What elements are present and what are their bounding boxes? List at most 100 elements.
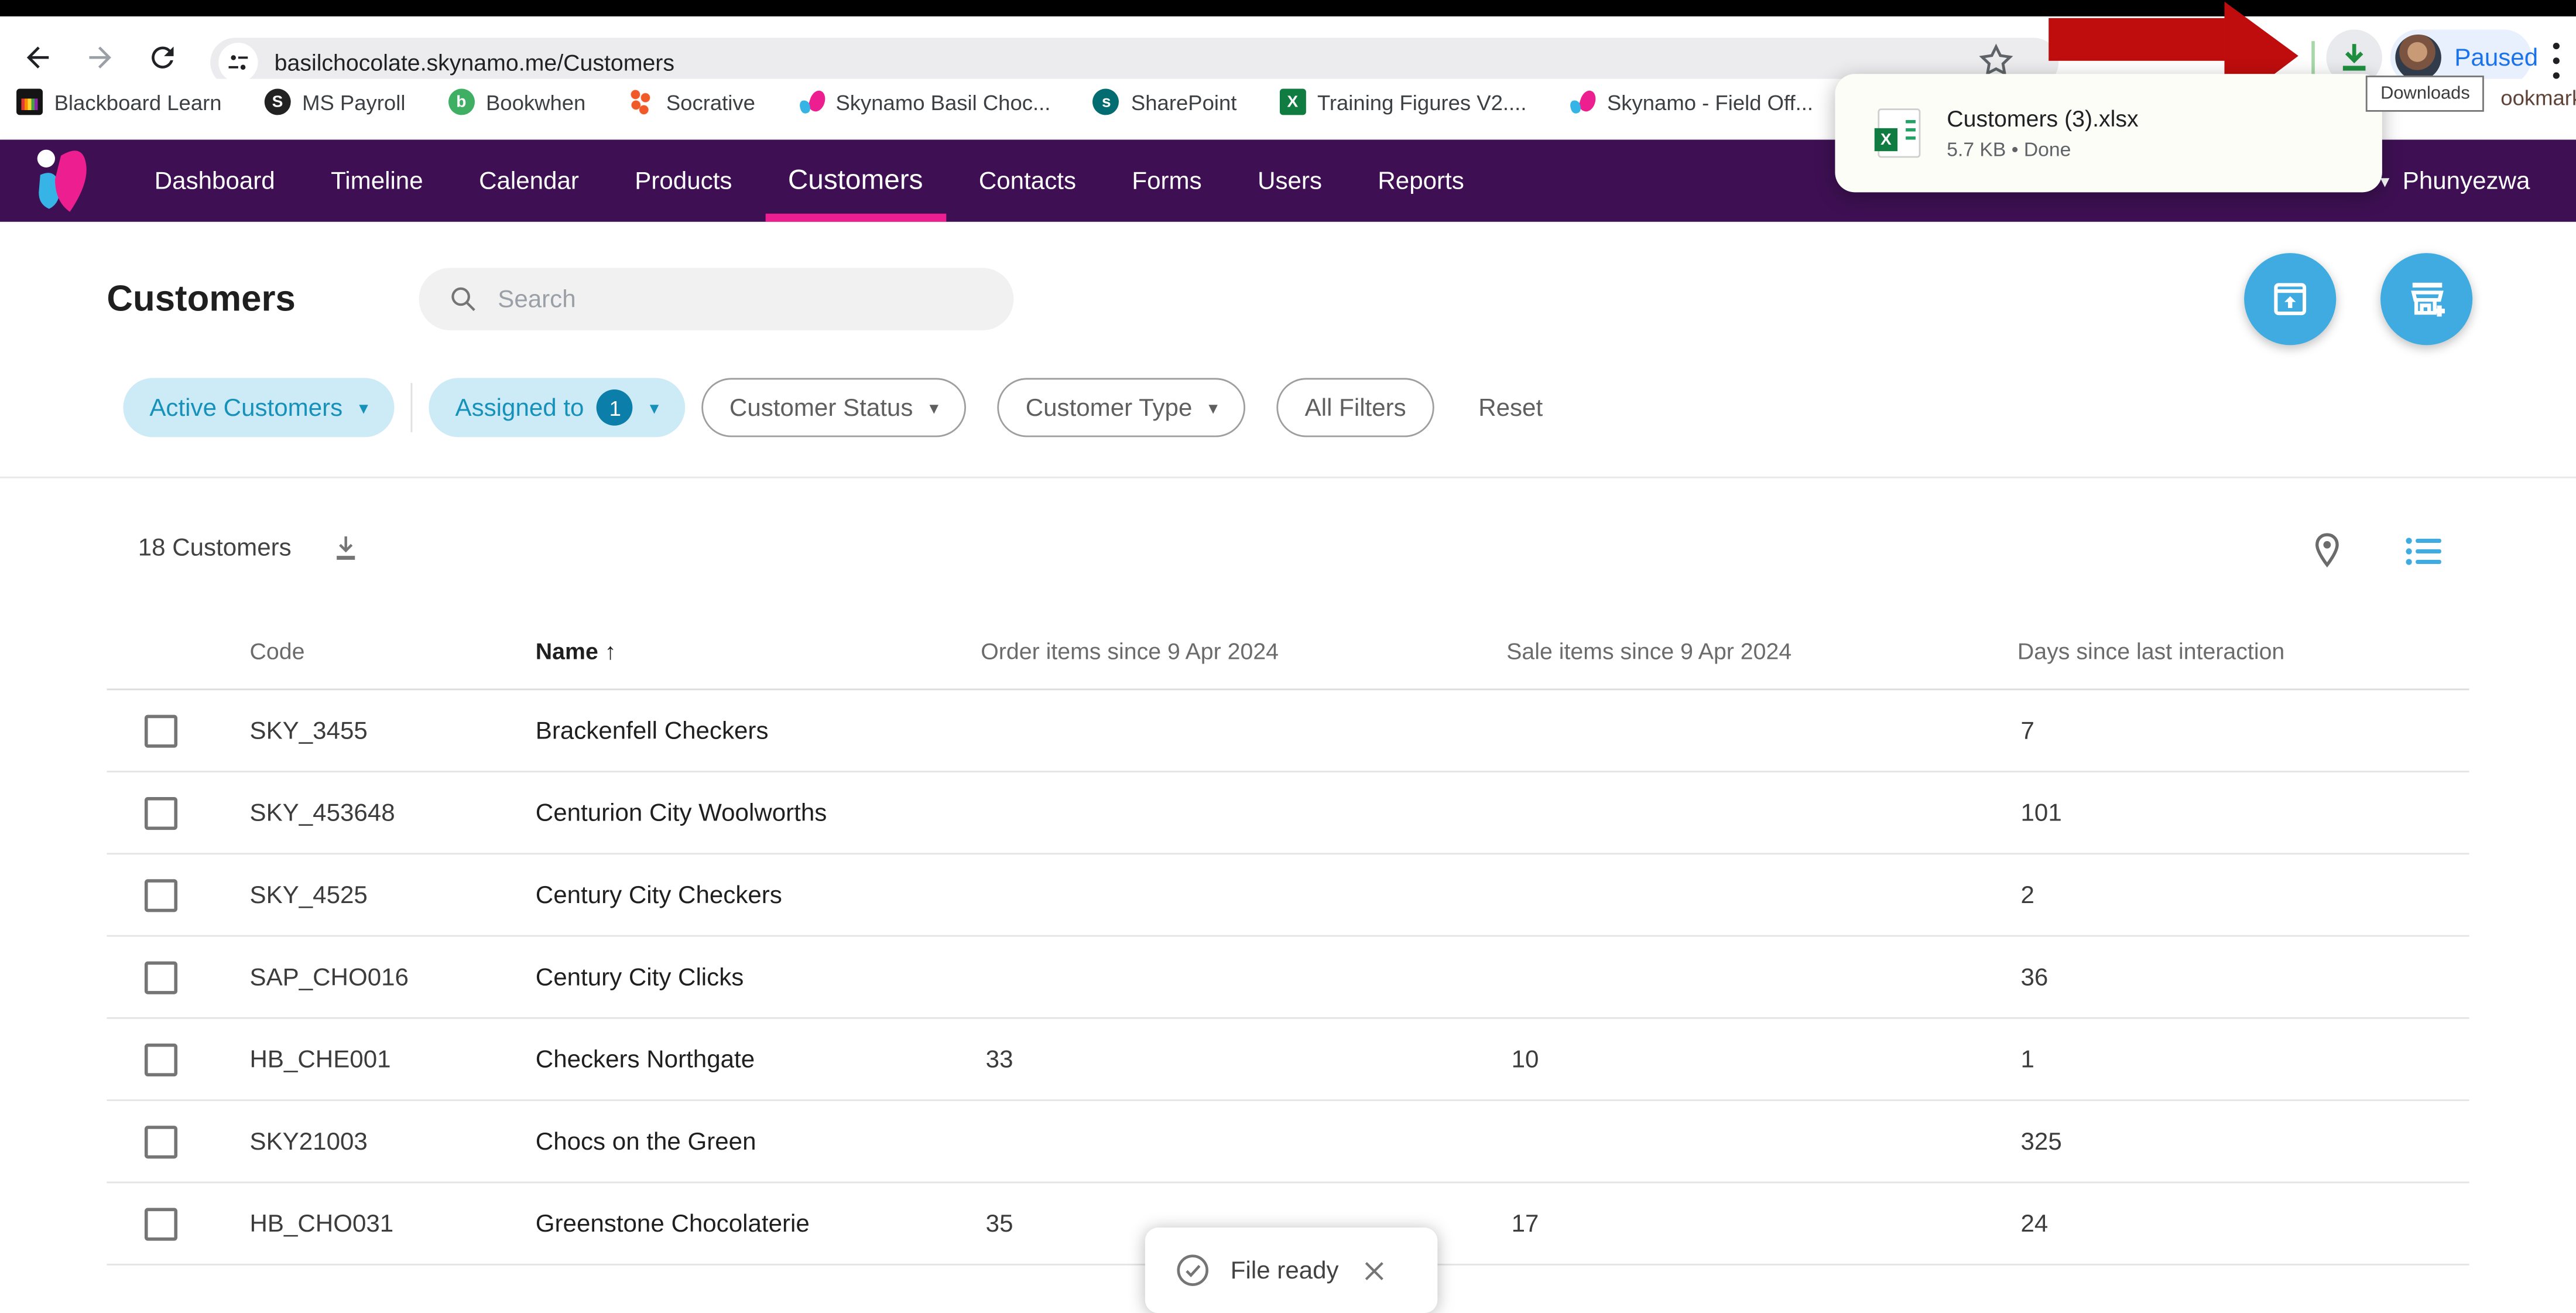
table-row[interactable]: HB_CHE001 Checkers Northgate 33 10 1 (107, 1019, 2469, 1101)
chevron-down-icon: ▾ (359, 397, 368, 418)
row-checkbox[interactable] (145, 960, 177, 993)
bookmark-item[interactable]: Socrative (628, 89, 755, 115)
export-download-icon[interactable] (331, 532, 362, 563)
bookmark-overflow-label[interactable]: ookmark (2500, 86, 2576, 110)
row-checkbox[interactable] (145, 878, 177, 911)
row-checkbox[interactable] (145, 714, 177, 747)
all-filters-button[interactable]: All Filters (1277, 378, 1434, 437)
table-row[interactable]: SKY21003 Chocs on the Green 325 (107, 1101, 2469, 1183)
table-row[interactable]: SAP_CHO016 Century City Clicks 36 (107, 936, 2469, 1018)
bookmark-item[interactable]: SharePoint (1093, 89, 1236, 115)
close-icon[interactable] (1362, 1258, 1386, 1283)
downloads-tooltip: Downloads (2366, 76, 2485, 112)
table-header: Code Name ↑ Order items since 9 Apr 2024… (0, 624, 2576, 690)
nav-item[interactable]: Contacts (979, 140, 1076, 222)
row-checkbox[interactable] (145, 1125, 177, 1158)
back-icon[interactable] (20, 39, 56, 76)
bookmark-item[interactable]: Blackboard Learn (16, 89, 222, 115)
list-view-icon[interactable] (2405, 536, 2441, 567)
cell-name: Checkers Northgate (536, 1045, 755, 1073)
nav-item[interactable]: Reports (1378, 140, 1464, 222)
cell-code: HB_CHO031 (250, 1209, 394, 1237)
search-input[interactable] (495, 283, 978, 314)
filter-customer-status[interactable]: Customer Status ▾ (701, 378, 966, 437)
download-filename[interactable]: Customers (3).xlsx (1947, 105, 2138, 132)
assigned-count-badge: 1 (597, 389, 633, 426)
table-row[interactable]: SKY_453648 Centurion City Woolworths 101 (107, 772, 2469, 854)
bookmark-item[interactable]: MS Payroll (265, 89, 406, 115)
nav-item[interactable]: Timeline (331, 140, 423, 222)
cell-sale-items: 17 (1512, 1209, 1539, 1237)
cell-name: Chocs on the Green (536, 1127, 756, 1155)
user-menu[interactable]: ▾ Phunyezwa (2380, 140, 2530, 222)
import-customers-button[interactable] (2244, 253, 2336, 345)
bookmark-item[interactable]: Skynamo - Field Off... (1569, 89, 1813, 115)
table-row[interactable]: SKY_4525 Century City Checkers 2 (107, 854, 2469, 936)
bookmark-item[interactable]: Skynamo Basil Choc... (798, 89, 1051, 115)
bookmark-favicon (628, 89, 655, 115)
search-icon (448, 284, 478, 314)
nav-item[interactable]: Customers (788, 140, 923, 222)
filter-assigned-to[interactable]: Assigned to 1 ▾ (429, 378, 686, 437)
user-name: Phunyezwa (2403, 167, 2530, 195)
cell-code: SKY_3455 (250, 716, 368, 744)
bookmark-favicon (265, 89, 291, 115)
forward-icon[interactable] (82, 39, 118, 76)
nav-item[interactable]: Calendar (479, 140, 579, 222)
skynamo-logo (33, 145, 92, 217)
cell-code: SAP_CHO016 (250, 963, 409, 991)
section-divider (0, 477, 2576, 478)
row-checkbox[interactable] (145, 796, 177, 829)
nav-item[interactable]: Forms (1132, 140, 1201, 222)
cell-days-since: 7 (2021, 716, 2034, 744)
col-name[interactable]: Name ↑ (536, 638, 616, 664)
cell-code: SKY_4525 (250, 881, 368, 909)
page-title: Customers (107, 278, 295, 320)
cell-days-since: 36 (2021, 963, 2049, 991)
nav-item[interactable]: Products (635, 140, 732, 222)
add-customer-button[interactable] (2380, 253, 2472, 345)
cell-days-since: 1 (2021, 1045, 2034, 1073)
col-sale-items[interactable]: Sale items since 9 Apr 2024 (1506, 638, 1791, 664)
bookmark-item[interactable]: Training Figures V2.... (1279, 89, 1526, 115)
refresh-icon[interactable] (145, 39, 181, 76)
file-ready-toast: File ready (1145, 1227, 1437, 1313)
nav-items: Dashboard Timeline Calendar Products Custome… (155, 140, 1520, 222)
url-text: basilchocolate.skynamo.me/Customers (275, 49, 674, 76)
sync-status-label: Paused (2454, 43, 2538, 71)
chevron-down-icon: ▾ (1208, 397, 1218, 418)
browser-window: basilchocolate.skynamo.me/Customers Paus… (0, 0, 2576, 1303)
bookmark-item[interactable]: Bookwhen (448, 89, 585, 115)
cell-name: Brackenfell Checkers (536, 716, 769, 744)
toast-message: File ready (1231, 1256, 1339, 1284)
customer-count: 18 Customers (138, 534, 292, 562)
filter-bar: Active Customers ▾ Assigned to 1 ▾ Custo… (123, 378, 1543, 437)
bookmark-favicon (1279, 89, 1306, 115)
browser-menu-icon[interactable] (2550, 39, 2563, 82)
bookmark-favicon (1093, 89, 1119, 115)
nav-item[interactable]: Users (1258, 140, 1322, 222)
cell-code: HB_CHE001 (250, 1045, 391, 1073)
map-view-icon[interactable] (2310, 531, 2344, 570)
col-days-since[interactable]: Days since last interaction (2017, 638, 2284, 664)
bookmark-favicon (448, 89, 474, 115)
chevron-down-icon: ▾ (650, 397, 659, 418)
filter-customer-type[interactable]: Customer Type ▾ (998, 378, 1246, 437)
chip-divider (411, 383, 413, 432)
cell-code: SKY21003 (250, 1127, 368, 1155)
tab-strip (0, 0, 2576, 16)
nav-item[interactable]: Dashboard (155, 140, 275, 222)
cell-days-since: 325 (2021, 1127, 2062, 1155)
reset-filters-button[interactable]: Reset (1478, 394, 1543, 422)
toolbar-separator (2311, 41, 2315, 76)
row-checkbox[interactable] (145, 1042, 177, 1075)
cell-sale-items: 10 (1512, 1045, 1539, 1073)
row-checkbox[interactable] (145, 1207, 177, 1240)
table-row[interactable]: SKY_3455 Brackenfell Checkers 7 (107, 690, 2469, 772)
site-settings-icon[interactable] (218, 43, 258, 82)
col-code[interactable]: Code (250, 638, 305, 664)
filter-active-customers[interactable]: Active Customers ▾ (123, 378, 394, 437)
search-box[interactable] (419, 268, 1014, 330)
col-order-items[interactable]: Order items since 9 Apr 2024 (981, 638, 1279, 664)
downloads-popup[interactable]: Customers (3).xlsx 5.7 KB • Done (1835, 74, 2382, 192)
